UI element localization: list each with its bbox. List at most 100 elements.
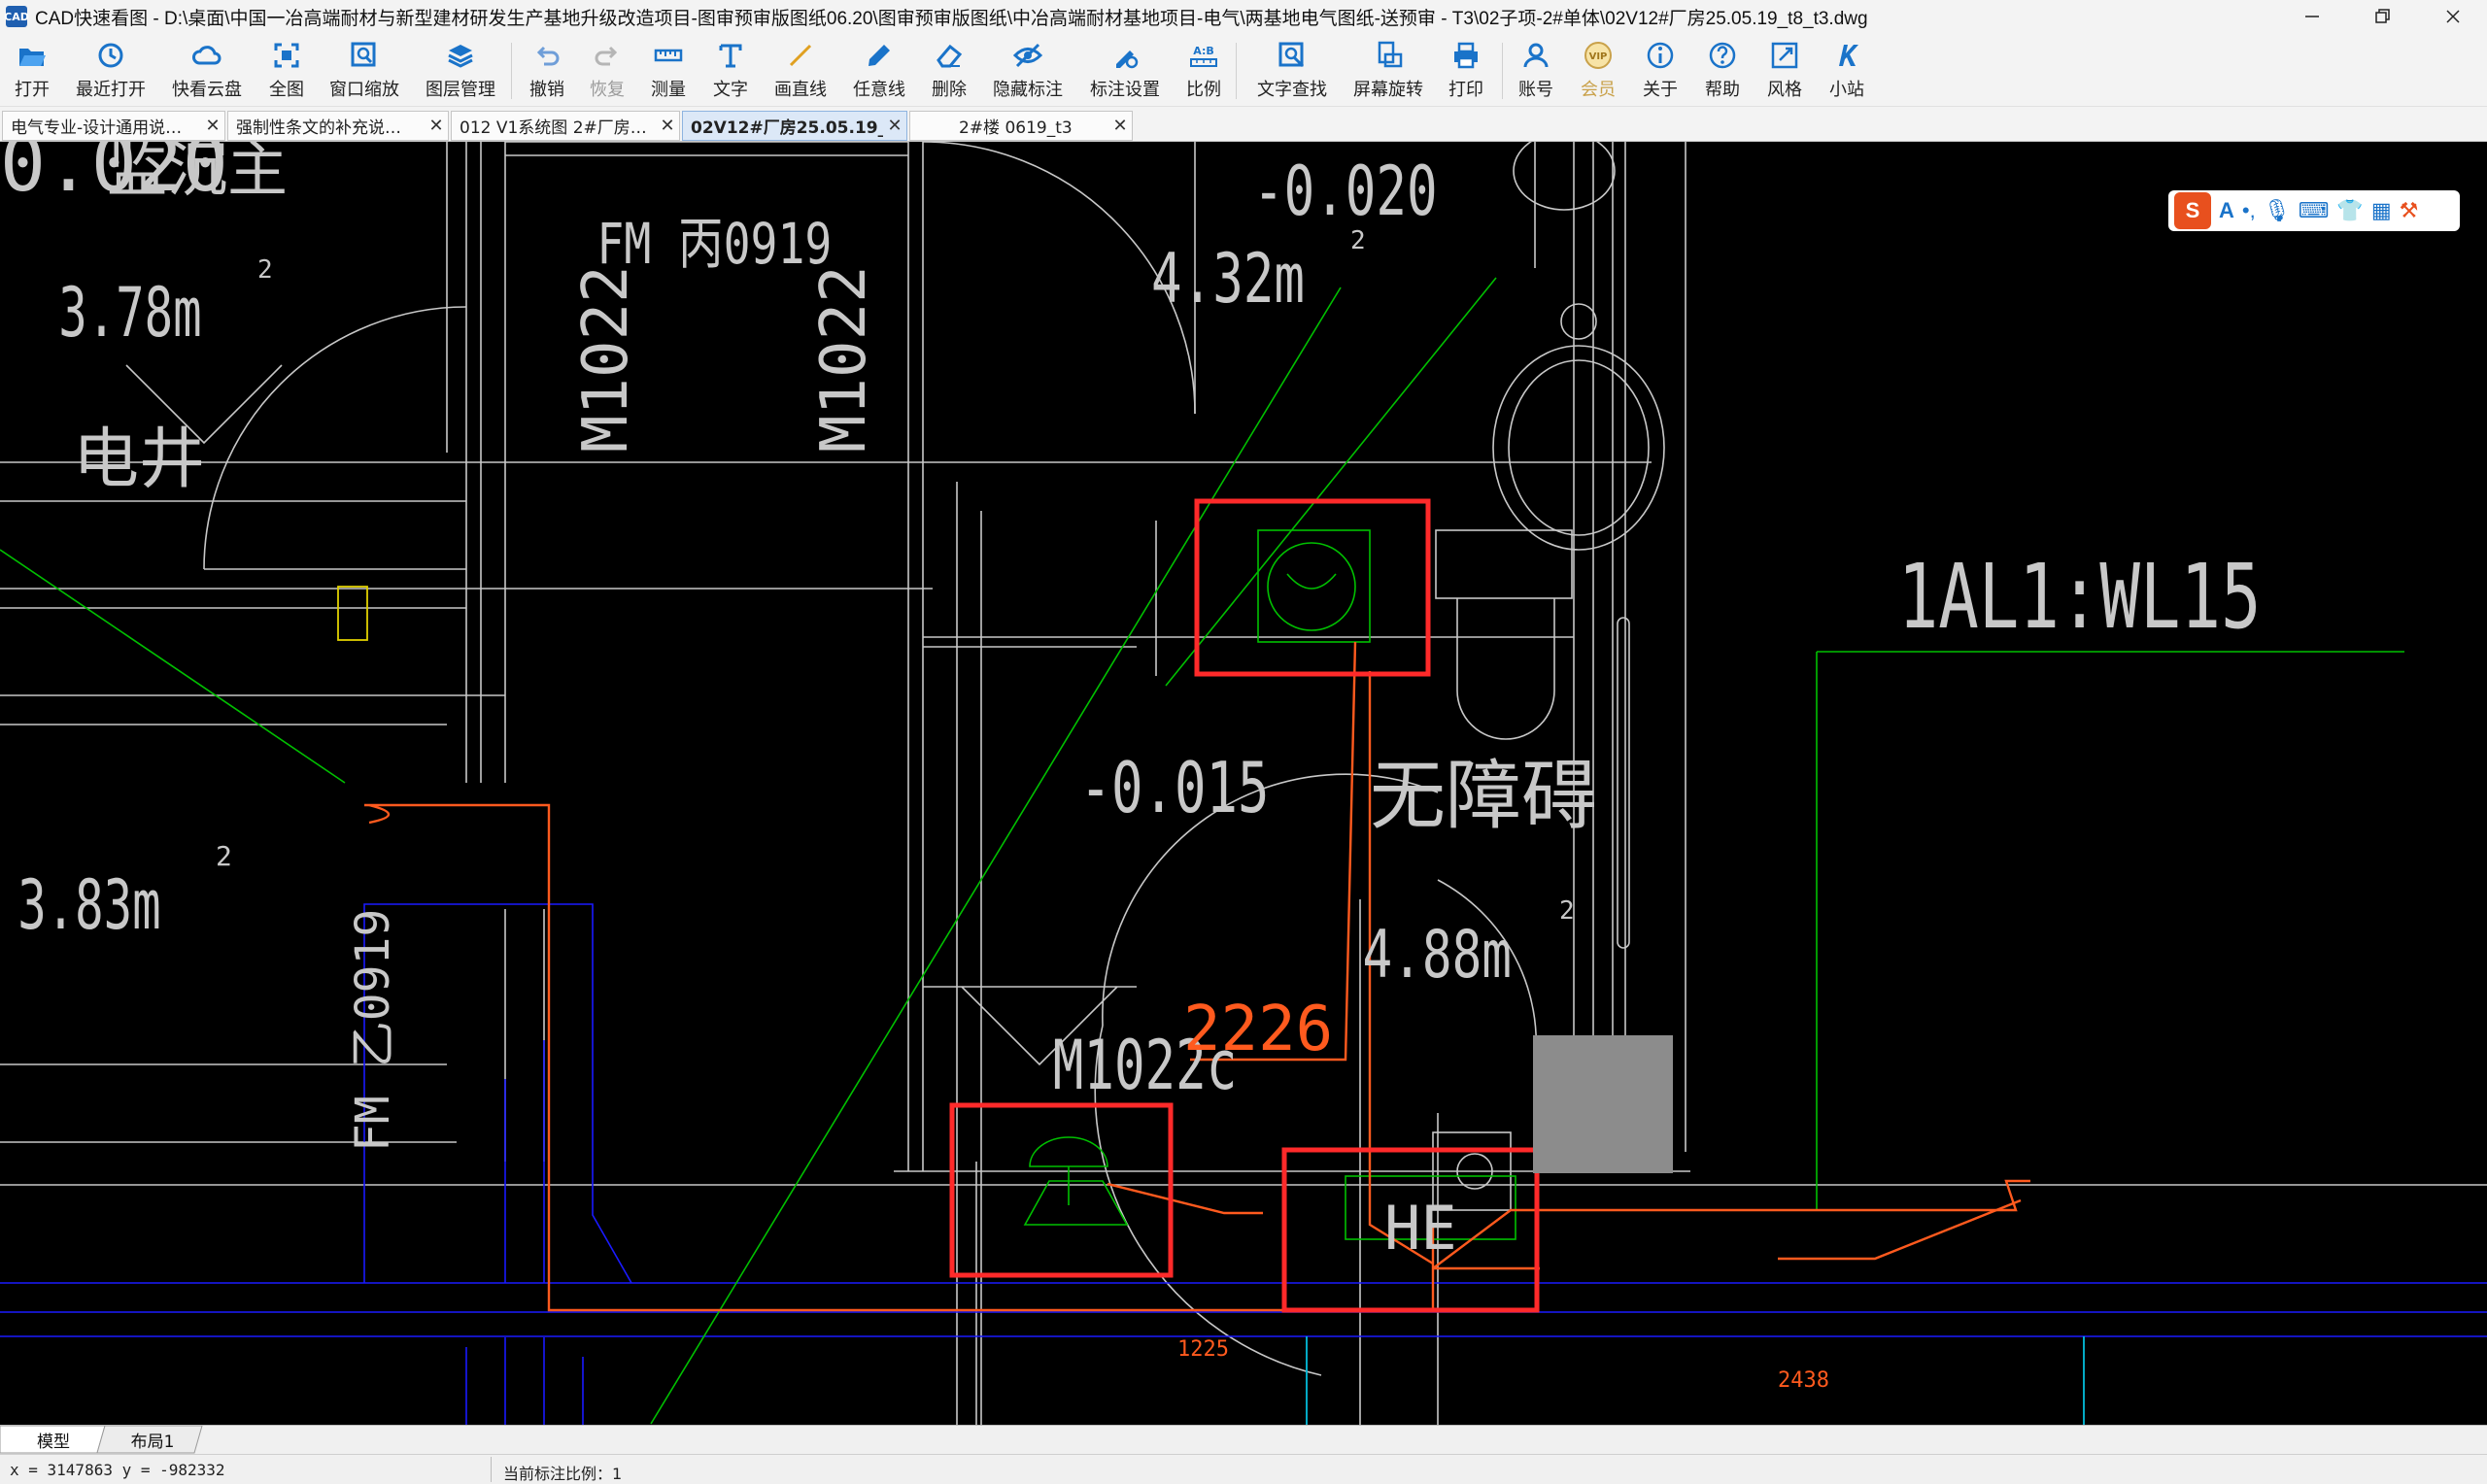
about-button[interactable]: 关于	[1642, 39, 1679, 103]
main-toolbar: 打开 最近打开 快看云盘 全图 窗口缩放 图层管理 撤销 恢复 测量 文字 画直…	[0, 33, 2487, 107]
ime-toolbar[interactable]: S A •, 🎙 ⌨ 👕 ▦ ⚒	[2168, 190, 2460, 231]
text-sup1: 2	[257, 255, 273, 285]
svg-text:A:B: A:B	[1193, 45, 1214, 57]
cad-drawing: 0.020 监沉主 3.78m 2 FM 丙0919 M1022 M1022 -…	[0, 142, 2487, 1425]
pen-icon	[869, 45, 890, 66]
redo-button[interactable]: 恢复	[589, 39, 626, 103]
vip-button[interactable]: VIP 会员	[1580, 39, 1617, 103]
full-view-button[interactable]: 全图	[268, 39, 305, 103]
status-bar: x = 3147863 y = -982332 当前标注比例：1	[0, 1454, 2487, 1484]
close-icon[interactable]: ✕	[656, 116, 679, 136]
redo-icon	[595, 46, 618, 66]
print-button[interactable]: 打印	[1448, 39, 1484, 103]
hide-annotation-button[interactable]: 隐藏标注	[989, 39, 1067, 103]
close-window-button[interactable]	[2419, 0, 2487, 33]
tab-layout1[interactable]: 布局1	[109, 1426, 196, 1453]
text-sup2: 2	[1350, 226, 1366, 255]
scale-button[interactable]: A:B 比例	[1185, 39, 1222, 103]
account-button[interactable]: 账号	[1517, 39, 1554, 103]
dimension-texts: 2226 1225 2438	[1177, 994, 1829, 1393]
ime-language[interactable]: A	[2219, 198, 2234, 223]
measure-button[interactable]: 测量	[650, 39, 687, 103]
keyboard-icon[interactable]: ⌨	[2299, 198, 2330, 223]
vip-icon: VIP	[1584, 42, 1612, 69]
history-icon	[98, 43, 123, 68]
measure-icon	[654, 49, 683, 62]
rotate-screen-button[interactable]: 屏幕旋转	[1350, 39, 1426, 103]
tab-document-3[interactable]: 012 V1系统图 2#厂房… ✕	[451, 111, 680, 141]
tab-document-2[interactable]: 强制性条文的补充说… ✕	[227, 111, 449, 141]
text-m1022b: M1022	[808, 265, 880, 453]
text-button[interactable]: 文字	[712, 39, 749, 103]
text-search-button[interactable]: 文字查找	[1255, 39, 1329, 103]
scale-icon: A:B	[1190, 45, 1217, 67]
line-icon	[789, 44, 812, 67]
shirt-icon[interactable]: 👕	[2336, 198, 2363, 223]
text-1al1: 1AL1:WL15	[1898, 546, 2262, 649]
restore-button[interactable]	[2349, 0, 2417, 33]
recent-open-button[interactable]: 最近打开	[76, 39, 146, 103]
help-button[interactable]: 帮助	[1704, 39, 1741, 103]
style-button[interactable]: 风格	[1766, 39, 1803, 103]
user-icon	[1523, 43, 1549, 68]
annotation-settings-button[interactable]: 标注设置	[1086, 39, 1164, 103]
text-area3: 3.83m	[17, 866, 160, 945]
text-icon	[719, 44, 742, 68]
text-2226: 2226	[1183, 994, 1333, 1065]
wiring-layer	[364, 641, 2030, 1312]
cursor-coordinates: x = 3147863 y = -982332	[10, 1461, 225, 1479]
tab-model[interactable]: 模型	[10, 1426, 97, 1453]
text-search-icon	[1278, 42, 1305, 68]
info-icon	[1647, 42, 1674, 69]
text-sup3: 2	[216, 840, 232, 872]
grid-icon[interactable]: ▦	[2371, 198, 2392, 223]
text-area1: 3.78m	[58, 274, 201, 353]
text-1225: 1225	[1177, 1337, 1229, 1362]
drawing-canvas[interactable]: 0.020 监沉主 3.78m 2 FM 丙0919 M1022 M1022 -…	[0, 142, 2487, 1425]
text-area2: 4.32m	[1151, 240, 1305, 319]
cloud-drive-button[interactable]: 快看云盘	[171, 39, 243, 103]
close-icon[interactable]: ✕	[201, 116, 224, 136]
window-title: CAD快速看图 - D:\桌面\中国一冶高端耐材与新型建材研发生产基地升级改造项…	[35, 8, 1868, 29]
minimize-icon	[2305, 16, 2319, 17]
tab-document-1[interactable]: 电气专业-设计通用说… ✕	[2, 111, 225, 141]
close-icon[interactable]: ✕	[1108, 116, 1132, 136]
app-icon: CAD	[4, 6, 29, 27]
close-icon[interactable]: ✕	[425, 116, 448, 136]
toolbar-separator	[1502, 43, 1503, 99]
help-icon	[1709, 42, 1736, 69]
document-tabs: 电气专业-设计通用说… ✕ 强制性条文的补充说… ✕ 012 V1系统图 2#厂…	[0, 109, 2487, 142]
open-button[interactable]: 打开	[12, 39, 52, 103]
ime-punctuation[interactable]: •,	[2242, 198, 2256, 223]
text-topleft2: 监沉主	[107, 142, 288, 205]
ime-logo-icon[interactable]: S	[2174, 192, 2211, 229]
close-icon	[2446, 10, 2460, 23]
tab-document-4-active[interactable]: 02V12#厂房25.05.19_… ✕	[682, 111, 907, 141]
undo-button[interactable]: 撤销	[528, 39, 565, 103]
title-bar: CAD CAD快速看图 - D:\桌面\中国一冶高端耐材与新型建材研发生产基地升…	[0, 0, 2487, 33]
station-button[interactable]: 小站	[1828, 39, 1865, 103]
delete-button[interactable]: 删除	[931, 39, 968, 103]
layers-icon	[448, 45, 473, 68]
eraser-icon	[937, 44, 963, 68]
draw-line-button[interactable]: 画直线	[771, 39, 830, 103]
minimize-button[interactable]	[2278, 0, 2346, 33]
rotate-screen-icon	[1378, 41, 1403, 68]
freehand-line-button[interactable]: 任意线	[850, 39, 908, 103]
yellow-box	[337, 586, 368, 641]
zoom-window-icon	[351, 42, 376, 67]
mic-icon[interactable]: 🎙	[2264, 198, 2291, 223]
toolbar-separator	[1236, 43, 1237, 99]
text-elev1: -0.020	[1253, 152, 1438, 231]
tab-document-5[interactable]: 2#楼 0619_t3 ✕	[909, 111, 1133, 141]
window-zoom-button[interactable]: 窗口缩放	[326, 39, 402, 103]
tools-icon[interactable]: ⚒	[2400, 198, 2419, 223]
layer-manager-button[interactable]: 图层管理	[424, 39, 497, 103]
text-m1022a: M1022	[570, 265, 642, 453]
drawing-texts: 0.020 监沉主 3.78m 2 FM 丙0919 M1022 M1022 -…	[0, 142, 2262, 1264]
text-sup4: 2	[1559, 896, 1575, 926]
gray-block	[1533, 1035, 1673, 1173]
cloud-icon	[192, 46, 221, 65]
close-icon[interactable]: ✕	[883, 116, 906, 136]
layout-tabs: 模型 布局1	[0, 1425, 2487, 1454]
